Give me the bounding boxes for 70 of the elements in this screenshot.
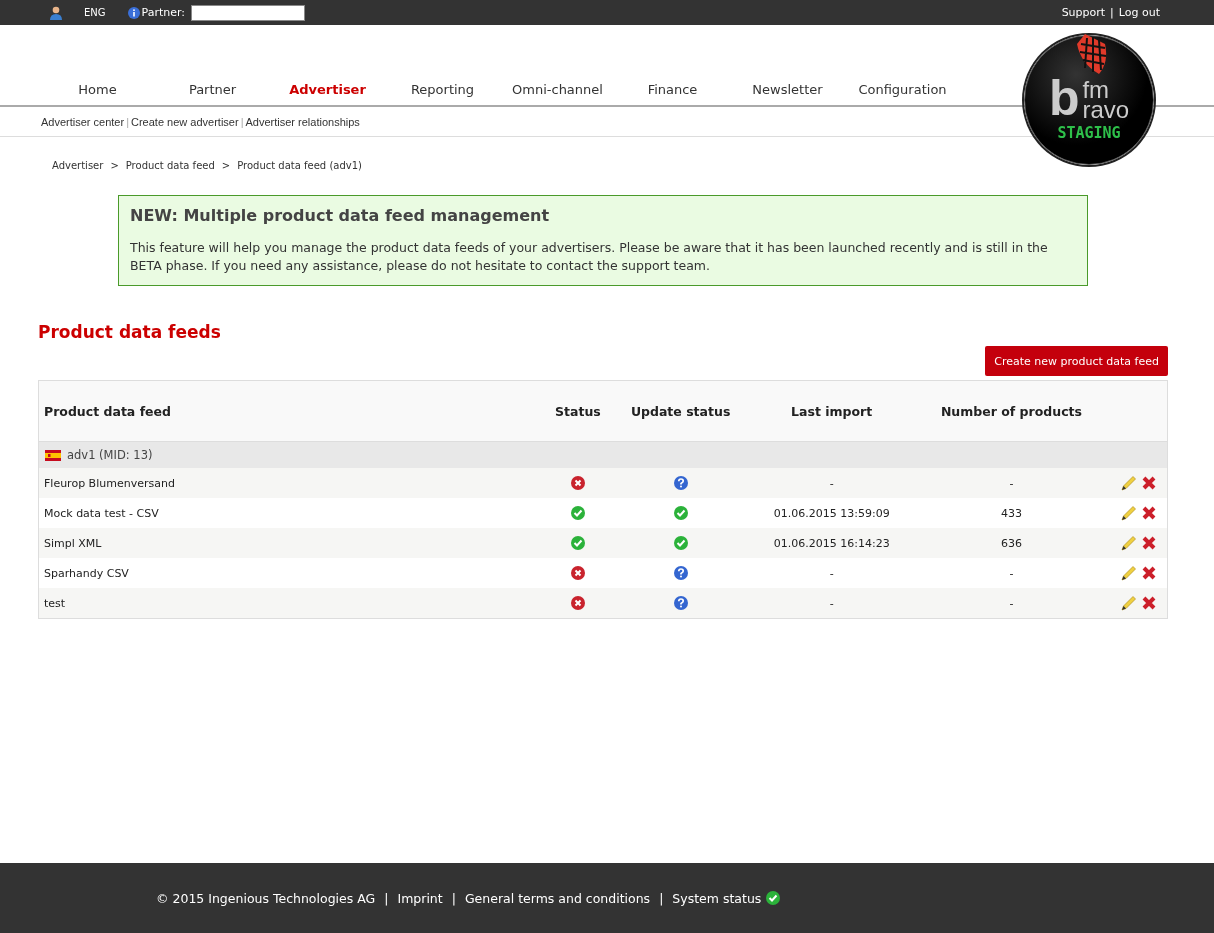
nav-tab[interactable]: Home [40,82,155,97]
nav-tab[interactable]: Configuration [845,82,960,97]
column-header: Product data feed [38,380,545,442]
footer-link[interactable]: General terms and conditions [464,890,651,906]
breadcrumb-separator: > [221,159,231,171]
table-cell: 433 [1000,506,1022,520]
separator: | [240,115,244,128]
delete-icon[interactable] [1142,476,1156,490]
table-cell: - [1009,476,1014,490]
nav-tab[interactable]: Reporting [385,82,500,97]
user-icon[interactable] [50,5,62,20]
column-header: Last import [750,380,913,442]
partner-input[interactable] [191,4,306,21]
subnav-link[interactable]: Advertiser center [41,115,125,128]
info-icon [127,6,140,19]
breadcrumb-link[interactable]: Advertiser [52,159,104,171]
table-cell: - [829,476,834,490]
net-icon [1075,34,1109,74]
breadcrumb-link[interactable]: Product data feed [125,159,215,171]
nav-tab[interactable]: Finance [615,82,730,97]
separator: | [384,890,389,906]
table-cell: 636 [1000,536,1022,550]
table-cell: - [829,566,834,580]
separator: | [659,890,664,906]
section-title: Product data feeds [38,322,222,342]
column-header: Number of products [912,380,1110,442]
subnav-link[interactable]: Advertiser relationships [245,115,360,128]
pencil-icon[interactable] [1121,565,1137,581]
column-header: Status [545,380,611,442]
pencil-icon[interactable] [1121,475,1137,491]
subnav-link[interactable]: Create new advertiser [131,115,239,128]
table-cell: Fleurop Blumenversand [44,476,175,490]
pencil-icon[interactable] [1121,505,1137,521]
create-button[interactable]: Create new product data feed [985,346,1168,376]
top-link[interactable]: Support [1061,6,1106,19]
footer-link[interactable]: Imprint [397,890,443,906]
copyright-text: © 2015 Ingenious Technologies AG [156,890,376,906]
table-cell: Mock data test - CSV [44,506,159,520]
breadcrumb-link[interactable]: Product data feed (adv1) [237,159,362,171]
table-cell: - [1009,596,1014,610]
delete-icon[interactable] [1142,536,1156,550]
table-cell: Simpl XML [44,536,102,550]
breadcrumb-separator: > [110,159,119,171]
separator: | [126,115,129,128]
top-link[interactable]: Log out [1118,6,1160,19]
pencil-icon[interactable] [1121,595,1137,611]
table-cell: 01.06.2015 16:14:23 [773,536,890,550]
notice-title: NEW: Multiple product data feed management [130,206,551,225]
table-cell: test [44,596,66,610]
group-label: adv1 (MID: 13) [67,448,153,462]
separator: | [1110,6,1114,19]
delete-icon[interactable] [1142,506,1156,520]
separator: | [451,890,456,906]
footer-link[interactable]: System status [672,890,762,906]
delete-icon[interactable] [1142,566,1156,580]
table-cell: 01.06.2015 13:59:09 [773,506,890,520]
partner-label: Partner: [141,6,186,19]
flag-icon [45,449,61,461]
delete-icon[interactable] [1142,596,1156,610]
nav-tab[interactable]: Omni-channel [500,82,615,97]
table-cell: - [1009,566,1014,580]
nav-tab[interactable]: Newsletter [730,82,845,97]
table-cell: Sparhandy CSV [44,566,129,580]
language-label[interactable]: ENG [84,7,106,18]
nav-tab[interactable]: Partner [155,82,270,97]
nav-tab[interactable]: Advertiser [270,82,385,97]
column-header: Update status [610,380,751,442]
notice-text: This feature will help you manage the product data feeds of your advertisers. Please be aware that it has been launched recently and is still in the BETA phase. If you need any assistance, please do not hesitate to contact the support team. [130,239,1049,275]
pencil-icon[interactable] [1121,535,1137,551]
table-cell: - [829,596,834,610]
